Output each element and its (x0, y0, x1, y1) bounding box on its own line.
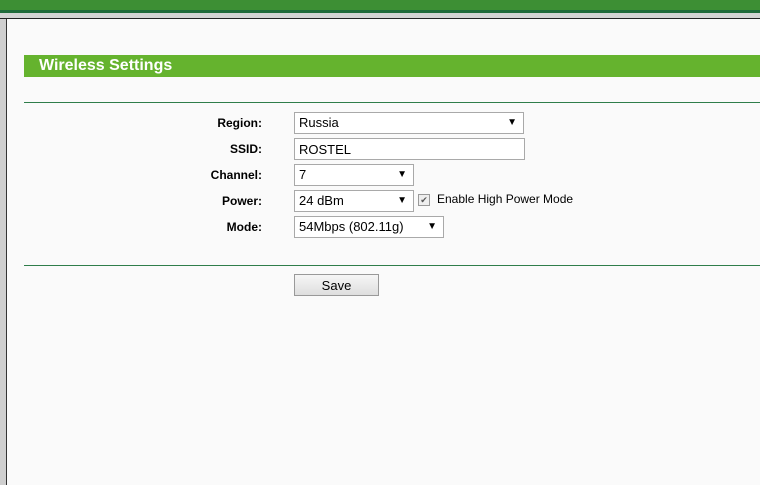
chevron-down-icon: ▼ (507, 117, 517, 128)
save-button[interactable]: Save (294, 274, 379, 296)
high-power-label: Enable High Power Mode (437, 192, 574, 206)
mode-value: 54Mbps (802.11g) (299, 219, 404, 234)
ssid-input[interactable] (294, 138, 525, 160)
ssid-label: SSID: (229, 142, 262, 156)
mode-label: Mode: (226, 220, 262, 234)
chevron-down-icon: ▼ (427, 221, 437, 232)
divider (24, 265, 760, 266)
mode-select[interactable]: 54Mbps (802.11g) ▼ (294, 216, 444, 238)
power-select[interactable]: 24 dBm ▼ (294, 190, 414, 212)
region-label: Region: (217, 116, 262, 130)
divider (24, 102, 760, 103)
power-value: 24 dBm (299, 193, 344, 208)
channel-select[interactable]: 7 ▼ (294, 164, 414, 186)
chevron-down-icon: ▼ (397, 195, 407, 206)
chevron-down-icon: ▼ (397, 169, 407, 180)
top-banner (0, 0, 760, 10)
power-label: Power: (221, 194, 262, 208)
page-title: Wireless Settings (24, 55, 760, 77)
channel-label: Channel: (210, 168, 262, 182)
region-value: Russia (299, 115, 339, 130)
channel-value: 7 (299, 167, 307, 182)
frame-border (0, 13, 760, 19)
left-frame-scrollbar[interactable] (0, 19, 7, 485)
region-select[interactable]: Russia ▼ (294, 112, 524, 134)
high-power-checkbox[interactable]: ✔ (418, 194, 430, 206)
